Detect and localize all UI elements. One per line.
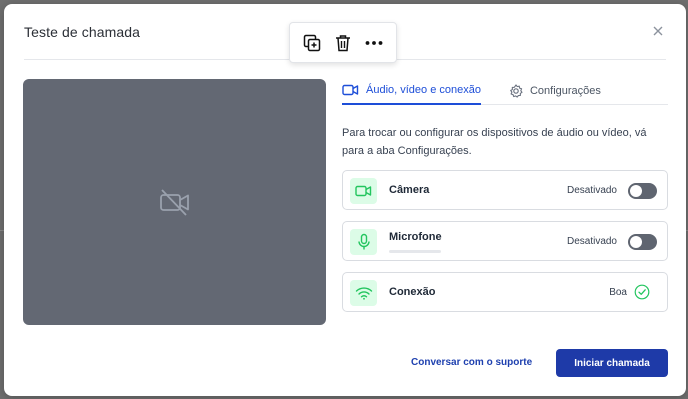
- close-icon: [653, 26, 663, 36]
- trash-icon: [335, 34, 350, 51]
- gear-icon: [509, 84, 523, 98]
- microphone-icon: [350, 229, 377, 255]
- instructions-text: Para trocar ou configurar os dispositivo…: [342, 127, 647, 157]
- delete-button[interactable]: [330, 30, 356, 56]
- video-preview: [23, 79, 326, 325]
- device-label: Microfone: [389, 231, 442, 243]
- video-camera-icon: [342, 84, 359, 96]
- camera-icon: [350, 178, 377, 204]
- device-status: Desativado: [566, 236, 617, 247]
- device-status: Desativado: [566, 185, 617, 196]
- tab-label: Configurações: [529, 85, 601, 97]
- toggle-knob: [630, 185, 642, 197]
- mic-level-meter: [389, 250, 441, 253]
- video-off-icon: [159, 189, 189, 216]
- contact-support-link[interactable]: Conversar com o suporte: [411, 357, 532, 368]
- settings-tabs: Áudio, vídeo e conexão Configurações: [342, 79, 668, 105]
- more-options-button[interactable]: [361, 30, 387, 56]
- duplicate-button[interactable]: [299, 30, 325, 56]
- check-circle-icon: [634, 284, 650, 300]
- more-options-icon: [365, 40, 383, 45]
- device-status: Boa: [609, 287, 627, 298]
- camera-toggle[interactable]: [628, 183, 657, 199]
- device-label: Câmera: [389, 184, 430, 196]
- wifi-icon: [350, 280, 377, 306]
- device-row-microphone: Microfone Desativado: [342, 221, 668, 261]
- tab-audio-video-connection[interactable]: Áudio, vídeo e conexão: [342, 79, 481, 105]
- microphone-toggle[interactable]: [628, 234, 657, 250]
- tab-label: Áudio, vídeo e conexão: [366, 84, 481, 96]
- device-row-connection: Conexão Boa: [342, 272, 668, 312]
- floating-toolbar: [289, 22, 397, 63]
- toggle-knob: [630, 236, 642, 248]
- call-test-modal: Teste de chamada Áudio, vídeo e conexão …: [4, 4, 686, 396]
- device-label: Conexão: [389, 286, 436, 298]
- start-call-button[interactable]: Iniciar chamada: [556, 349, 668, 377]
- tab-settings[interactable]: Configurações: [509, 79, 601, 105]
- close-button[interactable]: [650, 24, 666, 40]
- duplicate-icon: [303, 34, 320, 51]
- modal-title: Teste de chamada: [24, 24, 141, 40]
- device-row-camera: Câmera Desativado: [342, 170, 668, 210]
